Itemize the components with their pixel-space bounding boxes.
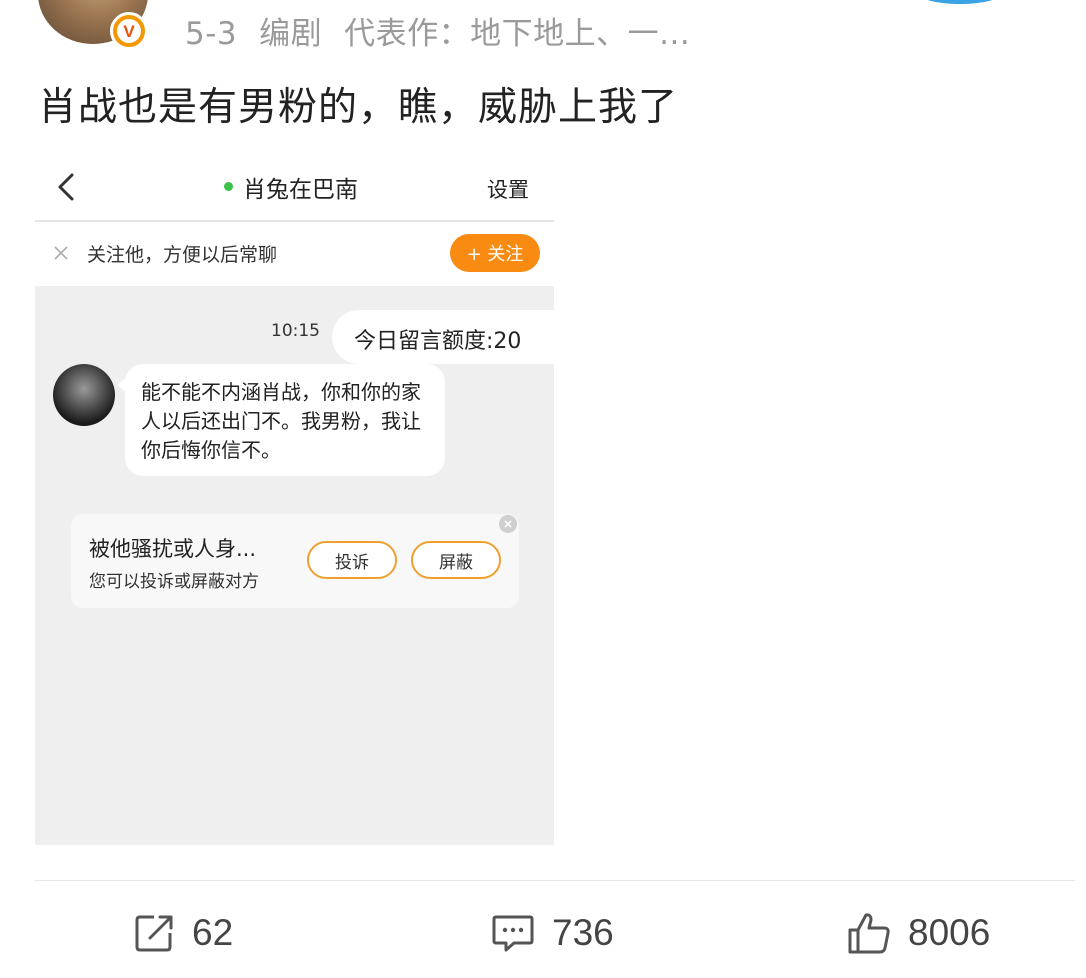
author-role: 编剧 <box>259 16 323 52</box>
sender-avatar <box>53 364 115 426</box>
report-subtitle: 您可以投诉或屏蔽对方 <box>89 572 259 592</box>
repost-button[interactable]: 62 <box>132 908 233 958</box>
follow-suggestion-bar: 关注他，方便以后常聊 + 关注 <box>35 222 554 286</box>
report-title: 被他骚扰或人身... <box>89 537 257 561</box>
chat-nav-bar: 肖兔在巴南 设置 <box>35 152 554 222</box>
divider <box>35 880 1075 881</box>
quota-bubble: 今日留言额度:20 <box>332 310 554 364</box>
comment-count: 736 <box>552 912 614 953</box>
close-icon <box>54 246 68 260</box>
follow-button-partial[interactable] <box>912 0 1008 4</box>
close-icon <box>499 515 517 533</box>
like-button[interactable]: 8006 <box>846 908 990 958</box>
chat-title: 肖兔在巴南 <box>243 177 358 203</box>
post-date: 5-3 <box>185 16 238 52</box>
settings-link: 设置 <box>487 178 529 202</box>
repost-count: 62 <box>192 912 234 953</box>
like-count: 8006 <box>908 912 991 953</box>
follow-button: + 关注 <box>450 234 540 272</box>
report-card: 被他骚扰或人身... 您可以投诉或屏蔽对方 投诉 屏蔽 <box>71 514 519 608</box>
post-text: 肖战也是有男粉的，瞧，威胁上我了 <box>38 85 679 130</box>
complain-button: 投诉 <box>307 541 397 579</box>
message-bubble: 能不能不内涵肖战，你和你的家人以后还出门不。我男粉，我让你后悔你信不。 <box>117 364 445 476</box>
follow-suggestion-text: 关注他，方便以后常聊 <box>87 244 278 266</box>
chat-screenshot-image[interactable]: 肖兔在巴南 设置 关注他，方便以后常聊 + 关注 10:15 今日留言额度:20… <box>35 152 554 845</box>
comment-button[interactable]: 736 <box>490 908 614 958</box>
author-meta: 5-3 编剧 代表作：地下地上、一... <box>185 8 712 53</box>
chevron-left-icon <box>58 173 74 201</box>
message-time: 10:15 <box>271 321 320 341</box>
like-icon <box>848 913 890 954</box>
repost-icon <box>135 915 173 952</box>
comment-icon <box>492 915 534 952</box>
block-button: 屏蔽 <box>411 541 501 579</box>
online-status-dot <box>224 182 233 191</box>
verified-badge-icon: V <box>110 12 148 50</box>
author-works: 代表作：地下地上、一... <box>344 16 691 52</box>
